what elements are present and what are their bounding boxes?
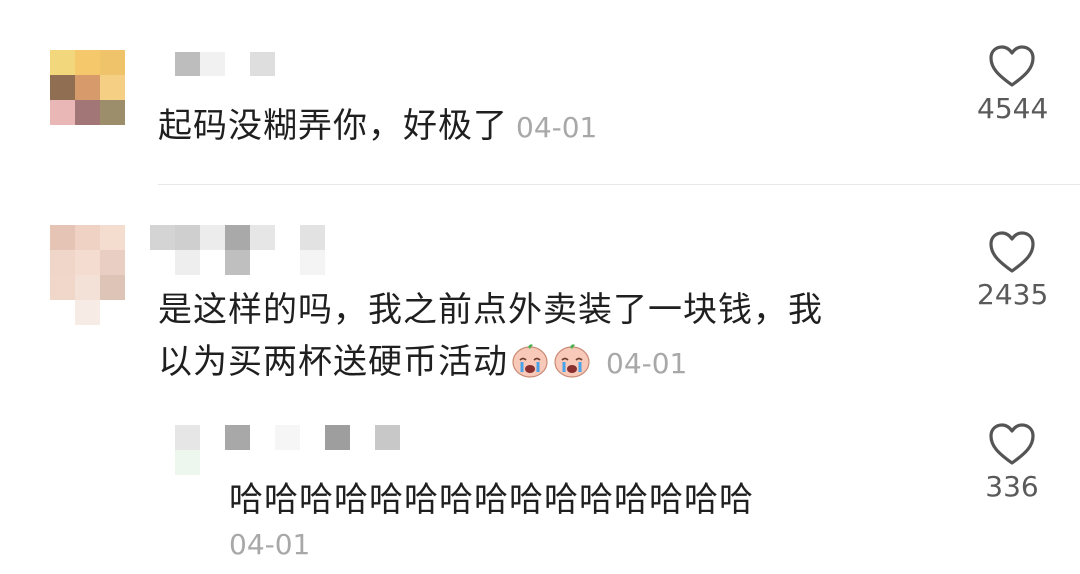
reply-body: 哈哈哈哈哈哈哈哈哈哈哈哈哈哈哈 (229, 480, 754, 520)
like-button[interactable]: 2435 (977, 230, 1049, 311)
divider (158, 184, 1080, 185)
crying-face-emoji (554, 343, 590, 378)
comment-body-line-2: 以为买两杯送硬币活动 (158, 342, 508, 382)
like-count: 4544 (977, 92, 1049, 125)
avatar-pixelated (50, 225, 125, 325)
heart-outline-icon (989, 423, 1035, 465)
comment-date: 04-01 (516, 111, 598, 144)
avatar-pixelated (50, 50, 125, 125)
reply-text: 哈哈哈哈哈哈哈哈哈哈哈哈哈哈哈 (229, 478, 754, 522)
comment-text: 是这样的吗，我之前点外卖装了一块钱，我 以为买两杯送硬币活动 04-01 (158, 288, 823, 386)
like-button[interactable]: 4544 (977, 44, 1049, 125)
username-pixelated[interactable] (150, 225, 330, 275)
comment-text: 起码没糊弄你，好极了 04-01 (158, 104, 597, 150)
comment-date: 04-01 (606, 347, 688, 380)
comment-body-line-1: 是这样的吗，我之前点外卖装了一块钱，我 (158, 290, 823, 330)
avatar[interactable] (50, 50, 125, 125)
username-pixelated[interactable] (175, 50, 285, 76)
like-count: 2435 (977, 278, 1049, 311)
username-pixelated[interactable] (175, 425, 415, 475)
heart-outline-icon (989, 231, 1035, 273)
like-button[interactable]: 336 (977, 422, 1047, 503)
crying-face-emoji (512, 343, 548, 378)
like-count: 336 (985, 470, 1039, 503)
comment-body-line-2-wrap: 以为买两杯送硬币活动 04-01 (158, 340, 823, 386)
comment-body: 起码没糊弄你，好极了 (158, 106, 508, 146)
heart-outline-icon (989, 45, 1035, 87)
reply-date: 04-01 (229, 528, 311, 561)
avatar[interactable] (50, 225, 125, 325)
